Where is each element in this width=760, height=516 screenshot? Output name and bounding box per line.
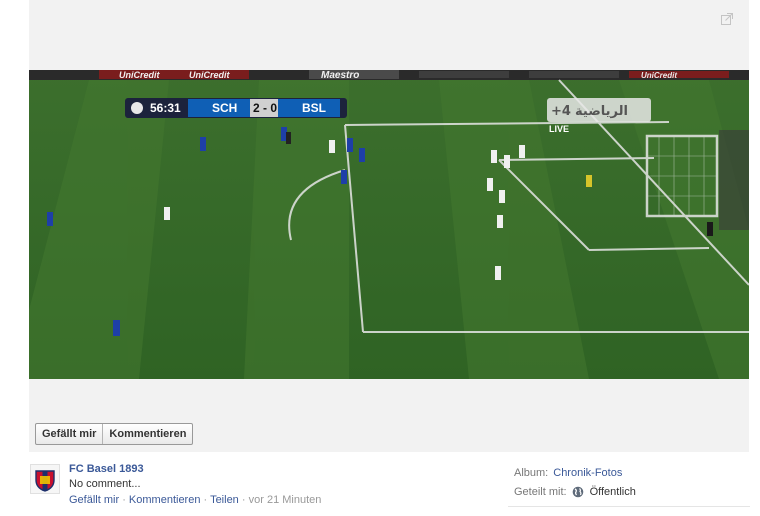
ad-board-4: UniCredit [641,71,677,80]
meta-share-link[interactable]: Teilen [210,494,239,506]
photo-details: Album: Chronik-Fotos Geteilt mit: Öffent… [514,463,750,501]
scorebug-home: SCH [212,101,237,115]
album-label: Album: [514,466,549,479]
post-author[interactable]: FC Basel 1893 [69,463,144,475]
post-timestamp[interactable]: vor 21 Minuten [249,494,322,506]
scorebug-score: 2 - 0 [253,101,277,115]
privacy-value[interactable]: Öffentlich [590,485,636,499]
photo-actions: Gefällt mir Kommentieren [35,423,194,445]
meta-like-link[interactable]: Gefällt mir [69,494,119,506]
like-button[interactable]: Gefällt mir [36,424,102,444]
ad-board-1: UniCredit [119,70,161,80]
ad-board-3: Maestro [321,70,359,81]
comment-button[interactable]: Kommentieren [102,424,192,444]
meta-comment-link[interactable]: Kommentieren [129,494,201,506]
channel-name: الرياضية [575,104,628,119]
scorebug-time: 56:31 [150,101,181,115]
album-link[interactable]: Chronik-Fotos [553,466,622,480]
channel-number: +4 [551,104,571,119]
fc-basel-crest-icon [35,470,55,492]
post-comment: No comment... [69,478,141,490]
expand-icon[interactable] [719,11,735,27]
avatar[interactable] [30,464,60,494]
details-divider [508,506,750,507]
post-meta: Gefällt mir · Kommentieren · Teilen · vo… [69,494,322,506]
ad-board-2: UniCredit [189,70,231,80]
shared-label: Geteilt mit: [514,485,567,498]
scorebug-away: BSL [302,101,326,115]
scorebug: 56:31 SCH 2 - 0 BSL [125,98,347,118]
globe-icon [572,486,583,497]
match-photo[interactable]: UniCredit UniCredit Maestro UniCredit 56… [29,70,749,379]
live-label: LIVE [549,124,569,134]
